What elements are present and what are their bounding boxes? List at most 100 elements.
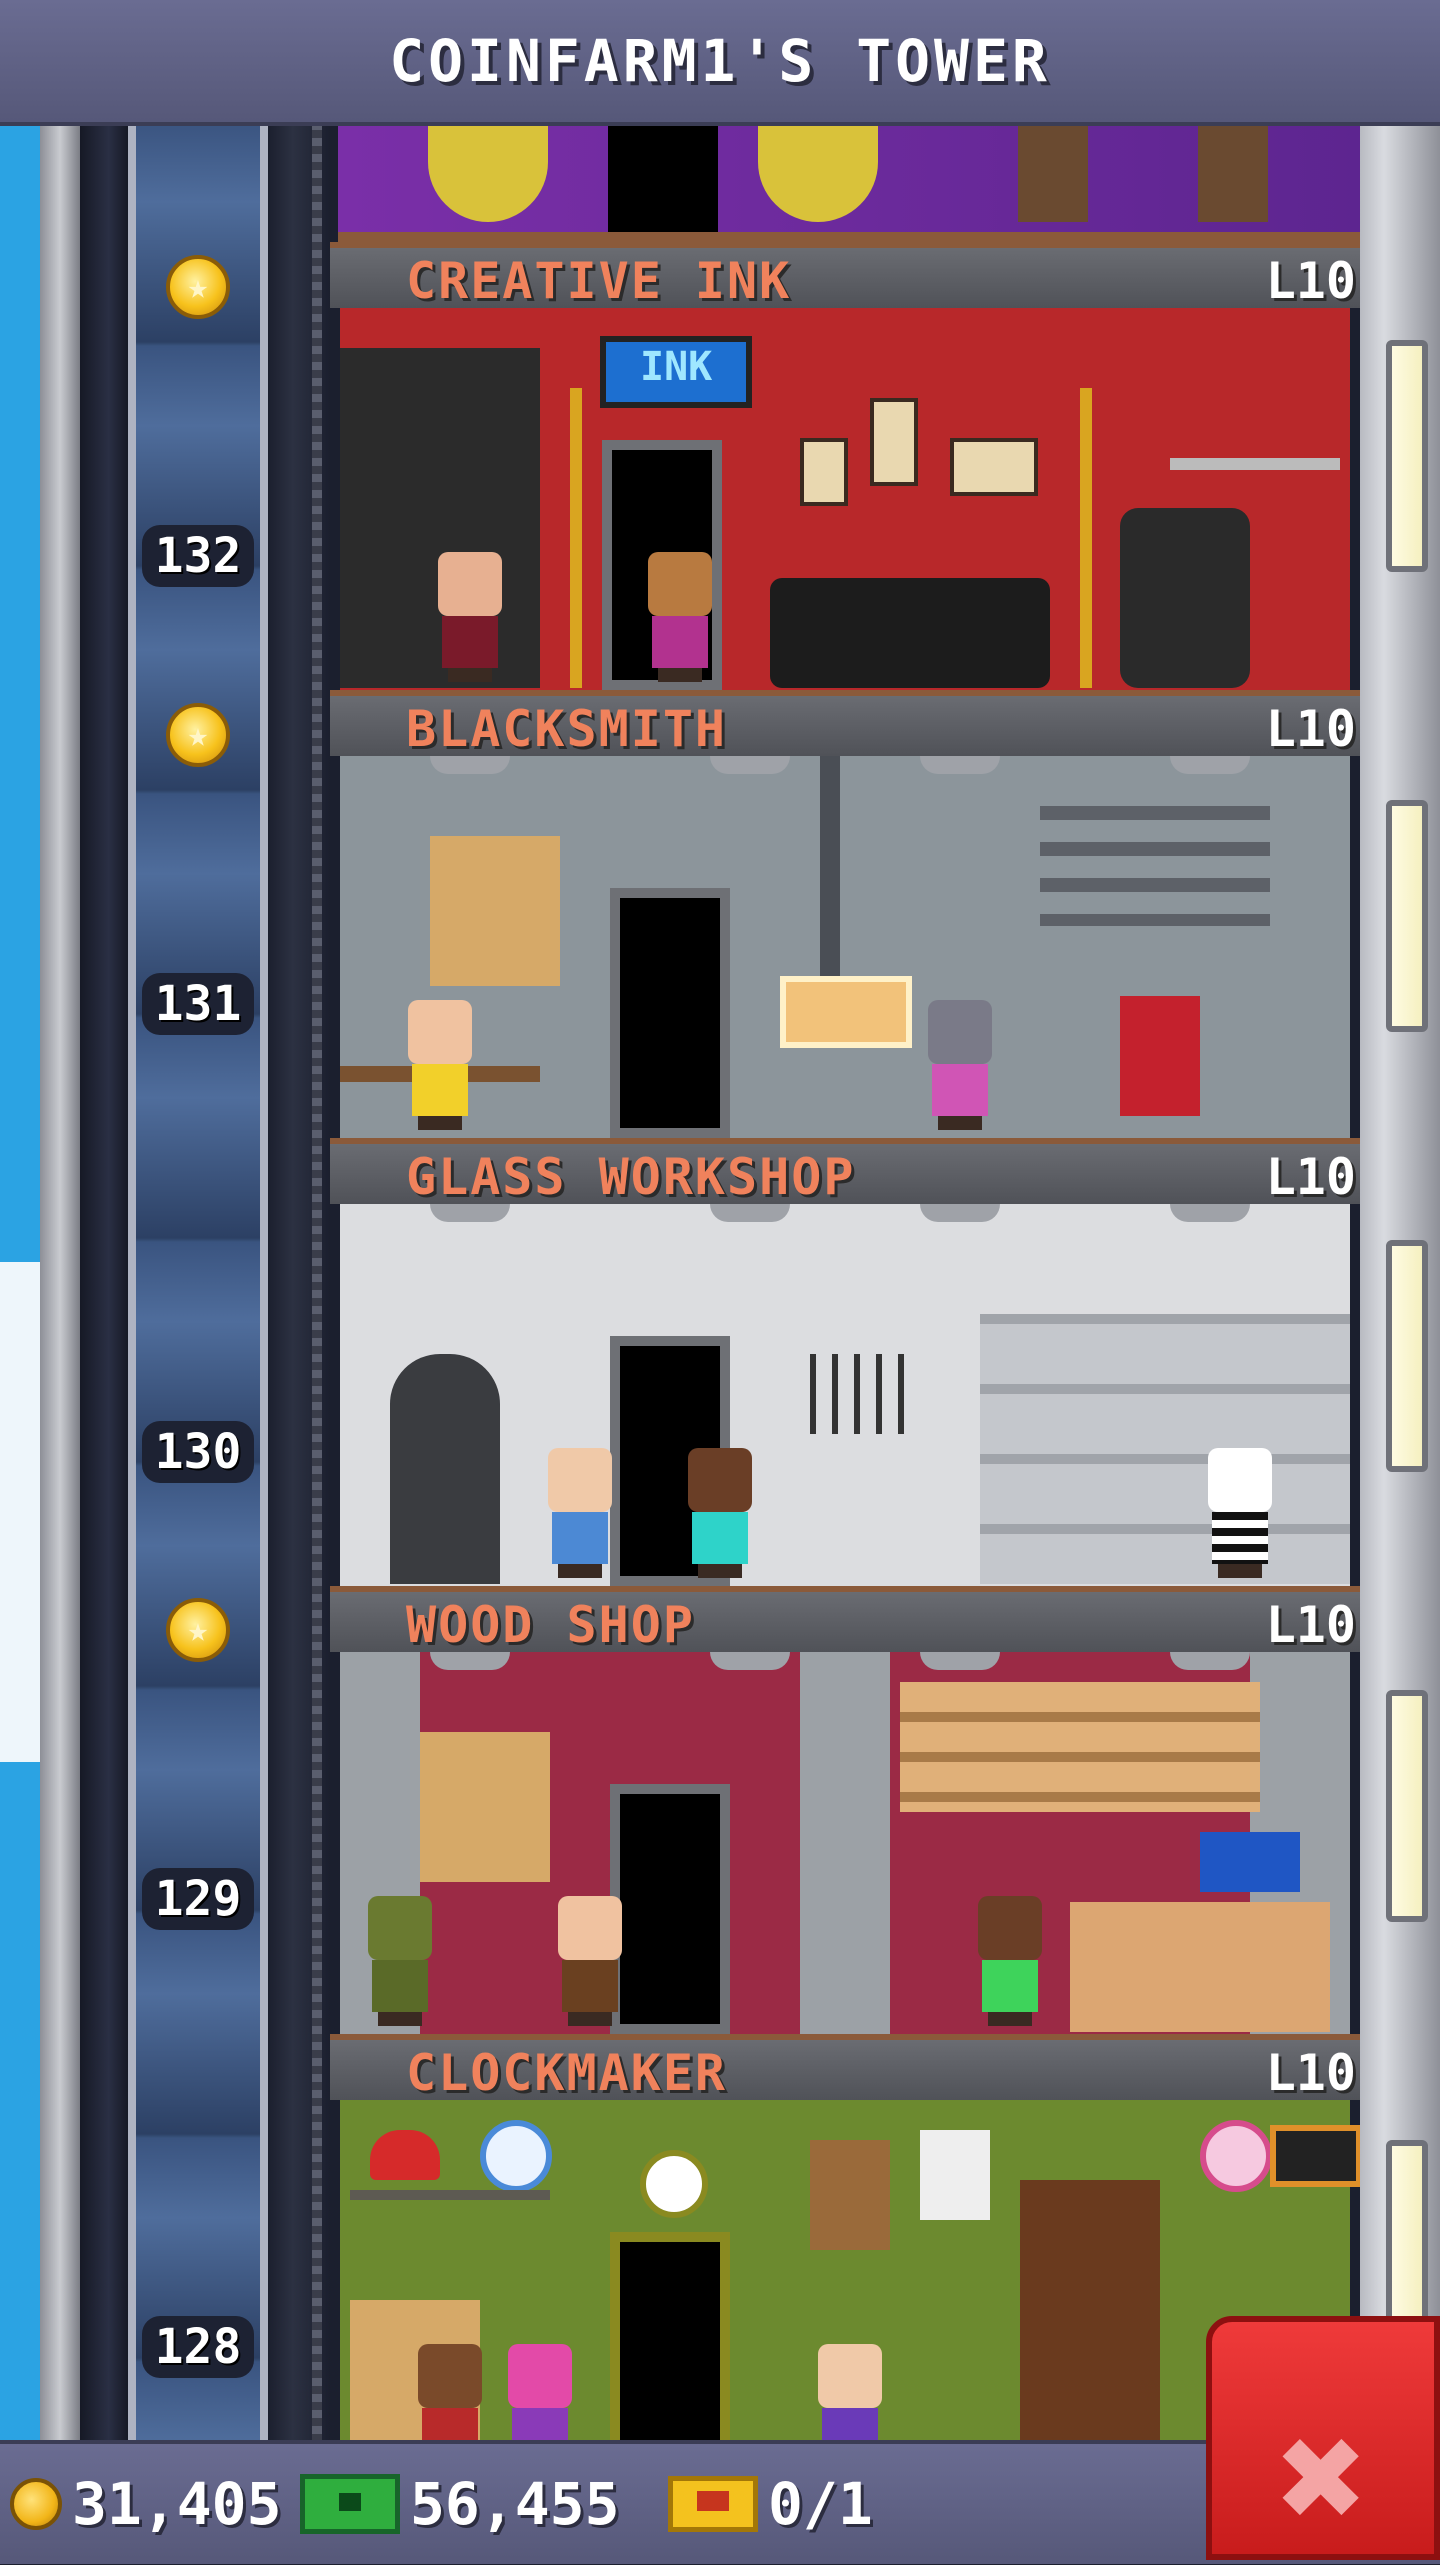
picture-frame	[950, 438, 1038, 496]
floor-number-132: 132	[142, 525, 254, 587]
vip-amount: 0/1	[768, 2470, 873, 2538]
floor-level: L10	[1265, 1148, 1356, 1206]
tower-window	[1386, 800, 1428, 1032]
pegboard	[430, 836, 560, 986]
metal-rack	[1040, 806, 1270, 926]
globe-lamp	[428, 122, 548, 222]
tower-wall-shadow	[80, 122, 128, 2440]
person[interactable]	[640, 552, 720, 682]
floor-number-128: 128	[142, 2316, 254, 2378]
tower-window	[1386, 340, 1428, 572]
person[interactable]	[400, 1000, 480, 1130]
person[interactable]	[1018, 122, 1088, 222]
glass-shelf	[980, 1314, 1350, 1584]
coin-icon	[10, 2478, 62, 2530]
ceiling-lamp	[1170, 756, 1250, 774]
star-icon: ★	[166, 1598, 230, 1662]
ceiling-lamp	[920, 756, 1000, 774]
person[interactable]	[1198, 122, 1268, 222]
vip-ticket-icon	[668, 2476, 758, 2532]
tower-window	[1386, 1690, 1428, 1922]
wall-clock	[1200, 2120, 1272, 2192]
ceiling-lamp	[430, 1652, 510, 1670]
elevator-shaft[interactable]	[128, 122, 268, 2440]
grandfather-clock	[1020, 2180, 1160, 2480]
ceiling-lamp	[920, 1652, 1000, 1670]
person[interactable]	[540, 1448, 620, 1578]
tower-window	[1386, 1240, 1428, 1472]
floor-wood-shop[interactable]: WOOD SHOP L10	[330, 1586, 1360, 2034]
person[interactable]	[430, 552, 510, 682]
star-icon: ★	[166, 255, 230, 319]
floor-number-130: 130	[142, 1421, 254, 1483]
floor-title-bar: GLASS WORKSHOP L10	[330, 1138, 1360, 1206]
forge-hood	[820, 756, 840, 976]
ink-shelf	[1170, 458, 1340, 470]
wall-clock	[370, 2130, 440, 2180]
tool-rack	[810, 1354, 920, 1434]
person[interactable]	[360, 1896, 440, 2026]
floor-line	[338, 232, 1360, 242]
floor-creative-ink[interactable]: CREATIVE INK L10 INK	[330, 242, 1360, 690]
toolbox	[1200, 1832, 1300, 1892]
picture-frame	[870, 398, 918, 486]
glass-furnace	[390, 1354, 500, 1584]
forge	[780, 976, 912, 1048]
room-interior[interactable]	[340, 2100, 1360, 2482]
room-interior[interactable]: INK	[340, 308, 1350, 690]
floor-lamp	[1080, 388, 1092, 688]
tower-title: COINFARM1'S TOWER	[389, 27, 1051, 95]
bux-amount: 56,455	[410, 2470, 620, 2538]
ink-sign: INK	[640, 344, 713, 390]
floor-name: GLASS WORKSHOP	[406, 1148, 856, 1206]
black-sofa	[770, 578, 1050, 688]
close-button[interactable]: ✖	[1206, 2316, 1440, 2560]
person[interactable]	[1200, 1448, 1280, 1578]
bux-icon	[300, 2474, 400, 2534]
floor-name: BLACKSMITH	[406, 700, 728, 758]
wall-clock	[480, 2120, 552, 2192]
floor-number-129: 129	[142, 1868, 254, 1930]
globe-lamp	[758, 122, 878, 222]
floor-title-bar: CLOCKMAKER L10	[330, 2034, 1360, 2102]
person[interactable]	[970, 1896, 1050, 2026]
floor-lamp	[570, 388, 582, 688]
floor-name: WOOD SHOP	[406, 1596, 695, 1654]
person[interactable]	[920, 1000, 1000, 1130]
anvil	[1120, 996, 1200, 1116]
cuckoo-clock	[920, 2130, 990, 2220]
person[interactable]	[550, 1896, 630, 2026]
floor-level: L10	[1265, 2044, 1356, 2102]
lumber-stack	[900, 1682, 1260, 1812]
elevator-rail	[268, 122, 330, 2440]
floor-133-partial[interactable]	[338, 122, 1360, 242]
coin-counter[interactable]: 31,405	[10, 2444, 282, 2564]
vip-counter[interactable]: 0/1	[668, 2444, 873, 2564]
picture-frame	[800, 438, 848, 506]
floor-glass-workshop[interactable]: GLASS WORKSHOP L10	[330, 1138, 1360, 1586]
star-icon: ★	[166, 703, 230, 767]
ceiling-lamp	[710, 1204, 790, 1222]
bux-counter[interactable]: 56,455	[300, 2444, 620, 2564]
floor-title-bar: WOOD SHOP L10	[330, 1586, 1360, 1654]
room-door	[608, 122, 718, 232]
room-interior[interactable]	[340, 1652, 1350, 2034]
ceiling-lamp	[920, 1204, 1000, 1222]
floor-level: L10	[1265, 700, 1356, 758]
floor-blacksmith[interactable]: BLACKSMITH L10	[330, 690, 1360, 1138]
ceiling-lamp	[430, 1204, 510, 1222]
person[interactable]	[680, 1448, 760, 1578]
room-interior[interactable]	[340, 756, 1350, 1138]
sky-background	[0, 122, 40, 2440]
cloud	[0, 1262, 40, 1762]
cuckoo-clock	[810, 2140, 890, 2250]
room-interior[interactable]	[340, 1204, 1350, 1586]
coin-amount: 31,405	[72, 2470, 282, 2538]
floor-level: L10	[1265, 1596, 1356, 1654]
ceiling-lamp	[1170, 1204, 1250, 1222]
room-door	[610, 888, 730, 1138]
floor-number-131: 131	[142, 973, 254, 1035]
clock-shelf	[350, 2190, 550, 2200]
close-icon: ✖	[1277, 2391, 1369, 2565]
door-clock	[640, 2150, 708, 2218]
